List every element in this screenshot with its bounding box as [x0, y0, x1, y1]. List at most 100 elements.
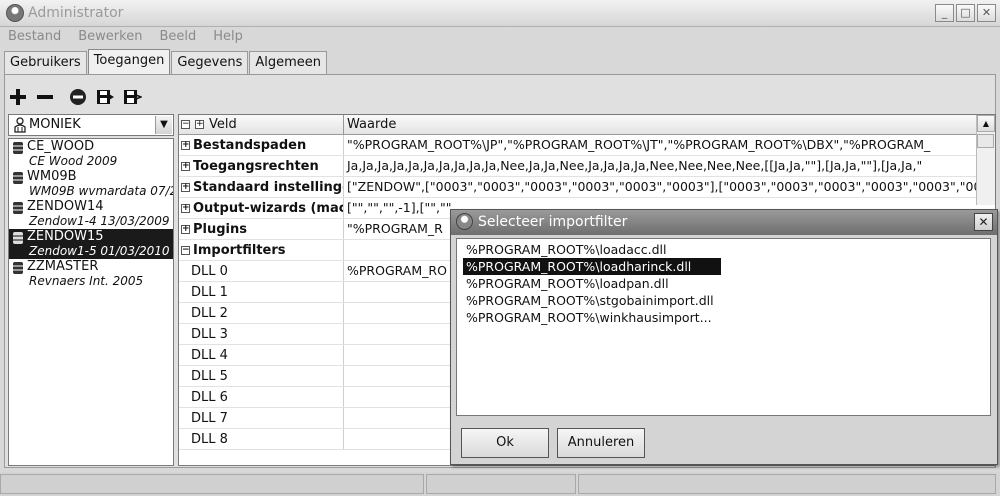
list-item[interactable]: %PROGRAM_ROOT%\winkhausimport...: [460, 309, 987, 326]
scroll-up-icon[interactable]: ▲: [977, 115, 995, 132]
expand-icon[interactable]: +: [181, 161, 190, 171]
save-button[interactable]: [93, 85, 117, 109]
list-item[interactable]: WM09B WM09B wvmardata 07/2: [9, 169, 173, 199]
grid-header-field[interactable]: − + Veld: [179, 115, 344, 134]
subtract-button[interactable]: [33, 85, 57, 109]
menu-bestand[interactable]: Bestand: [8, 27, 61, 49]
status-panel: [426, 474, 576, 494]
minus-icon: [37, 95, 53, 99]
tab-strip: Gebruikers Toegangen Gegevens Algemeen: [4, 49, 328, 75]
tab-toegangen[interactable]: Toegangen: [87, 49, 171, 74]
list-item[interactable]: ZZMASTER Revnaers Int. 2005: [9, 259, 173, 289]
user-combo[interactable]: MONIEK ▼: [8, 114, 174, 136]
table-row[interactable]: + Bestandspaden "%PROGRAM_ROOT%\JP","%PRO…: [179, 135, 977, 156]
list-item[interactable]: CE_WOOD CE Wood 2009: [9, 139, 173, 169]
expand-icon[interactable]: +: [181, 203, 190, 213]
scroll-thumb[interactable]: [977, 134, 994, 148]
field-label: DLL 2: [179, 303, 344, 323]
list-item-selected[interactable]: ZENDOW15 Zendow1-5 01/03/2010: [9, 229, 173, 259]
field-label: DLL 0: [179, 261, 344, 281]
menu-bewerken[interactable]: Bewerken: [78, 27, 142, 49]
tab-gebruikers[interactable]: Gebruikers: [4, 51, 87, 74]
field-label: DLL 3: [179, 324, 344, 344]
field-cell: + Plugins: [179, 219, 344, 239]
expand-icon[interactable]: +: [181, 182, 190, 192]
save-icon: [97, 90, 114, 104]
value-cell[interactable]: "%PROGRAM_ROOT%\JP","%PROGRAM_ROOT%\JT",…: [344, 135, 977, 155]
database-description: Zendow1-5 01/03/2010: [29, 244, 170, 258]
dialog-title: Selecteer importfilter: [478, 214, 628, 230]
expand-icon[interactable]: +: [181, 224, 190, 234]
toolbar: [6, 84, 147, 110]
tab-algemeen[interactable]: Algemeen: [249, 51, 328, 74]
save-as-button[interactable]: [120, 85, 144, 109]
database-name: CE_WOOD: [27, 139, 95, 154]
database-name: WM09B: [27, 169, 77, 184]
field-label: DLL 4: [179, 345, 344, 365]
import-filter-dialog: Selecteer importfilter ✕ %PROGRAM_ROOT%\…: [450, 209, 998, 465]
list-item-selected[interactable]: %PROGRAM_ROOT%\loadharinck.dll: [463, 258, 721, 275]
database-name: ZZMASTER: [27, 259, 99, 274]
database-description: Revnaers Int. 2005: [29, 274, 144, 288]
field-label: Standaard instellingen: [193, 179, 344, 195]
status-panel: [578, 474, 996, 494]
database-name: ZENDOW14: [27, 199, 104, 214]
table-row[interactable]: + Standaard instellingen ["ZENDOW",["0003…: [179, 177, 977, 198]
delete-button[interactable]: [66, 85, 90, 109]
import-filter-list[interactable]: %PROGRAM_ROOT%\loadacc.dll %PROGRAM_ROOT…: [456, 238, 991, 416]
database-description: CE Wood 2009: [29, 154, 118, 168]
collapse-all-icon[interactable]: −: [181, 120, 190, 129]
user-panel: MONIEK ▼ CE_WOOD CE Wood 2009 WM09B WM09…: [8, 114, 174, 466]
list-item[interactable]: ZENDOW14 Zendow1-4 13/03/2009: [9, 199, 173, 229]
minimize-button[interactable]: _: [935, 4, 954, 22]
tab-gegevens[interactable]: Gegevens: [171, 51, 249, 74]
menu-bar: Bestand Bewerken Beeld Help: [0, 27, 1000, 49]
field-label: Importfilters: [193, 242, 286, 258]
database-icon: [13, 172, 23, 184]
expand-all-icon[interactable]: +: [195, 120, 204, 129]
value-cell[interactable]: Ja,Ja,Ja,Ja,Ja,Ja,Ja,Ja,Ja,Ja,Nee,Ja,Ja,…: [344, 156, 977, 176]
window-title: Administrator: [28, 5, 124, 21]
app-icon: [456, 213, 473, 230]
field-cell: − Importfilters: [179, 240, 344, 260]
close-button[interactable]: ✕: [977, 4, 996, 22]
field-label: Bestandspaden: [193, 137, 307, 153]
close-icon[interactable]: ✕: [974, 213, 993, 231]
list-item[interactable]: %PROGRAM_ROOT%\loadpan.dll: [460, 275, 987, 292]
table-row[interactable]: + Toegangsrechten Ja,Ja,Ja,Ja,Ja,Ja,Ja,Ja…: [179, 156, 977, 177]
menu-help[interactable]: Help: [213, 27, 243, 49]
field-label: DLL 8: [179, 429, 344, 449]
plus-icon: [10, 89, 26, 105]
list-item[interactable]: %PROGRAM_ROOT%\loadacc.dll: [460, 241, 987, 258]
chevron-down-icon[interactable]: ▼: [155, 116, 172, 134]
list-item[interactable]: %PROGRAM_ROOT%\stgobainimport.dll: [460, 292, 987, 309]
maximize-button[interactable]: □: [956, 4, 975, 22]
value-cell[interactable]: ["ZENDOW",["0003","0003","0003","0003","…: [344, 177, 977, 197]
database-description: Zendow1-4 13/03/2009: [29, 214, 170, 228]
cancel-button[interactable]: Annuleren: [557, 428, 645, 458]
title-bar: Administrator _ □ ✕: [0, 0, 1000, 27]
grid-header: − + Veld Waarde: [179, 115, 977, 135]
collapse-icon[interactable]: −: [181, 245, 190, 255]
grid-scrollbar[interactable]: ▲: [976, 115, 995, 205]
expand-icon[interactable]: +: [181, 140, 190, 150]
menu-beeld[interactable]: Beeld: [159, 27, 196, 49]
database-icon: [13, 232, 23, 244]
field-label: DLL 7: [179, 408, 344, 428]
user-icon: [14, 117, 26, 133]
add-button[interactable]: [6, 85, 30, 109]
field-label: Plugins: [193, 221, 247, 237]
field-label: DLL 1: [179, 282, 344, 302]
window-controls: _ □ ✕: [935, 4, 996, 22]
field-cell: + Bestandspaden: [179, 135, 344, 155]
ok-button[interactable]: Ok: [461, 428, 549, 458]
grid-header-field-label: Veld: [209, 117, 237, 132]
field-label: Output-wizards (machi: [193, 200, 344, 216]
database-description: WM09B wvmardata 07/2: [29, 184, 174, 198]
grid-header-value[interactable]: Waarde: [344, 115, 977, 134]
dialog-title-bar[interactable]: Selecteer importfilter ✕: [451, 210, 997, 235]
status-panel: [0, 474, 424, 494]
database-list[interactable]: CE_WOOD CE Wood 2009 WM09B WM09B wvmarda…: [8, 138, 174, 466]
field-label: DLL 5: [179, 366, 344, 386]
database-icon: [13, 142, 23, 154]
